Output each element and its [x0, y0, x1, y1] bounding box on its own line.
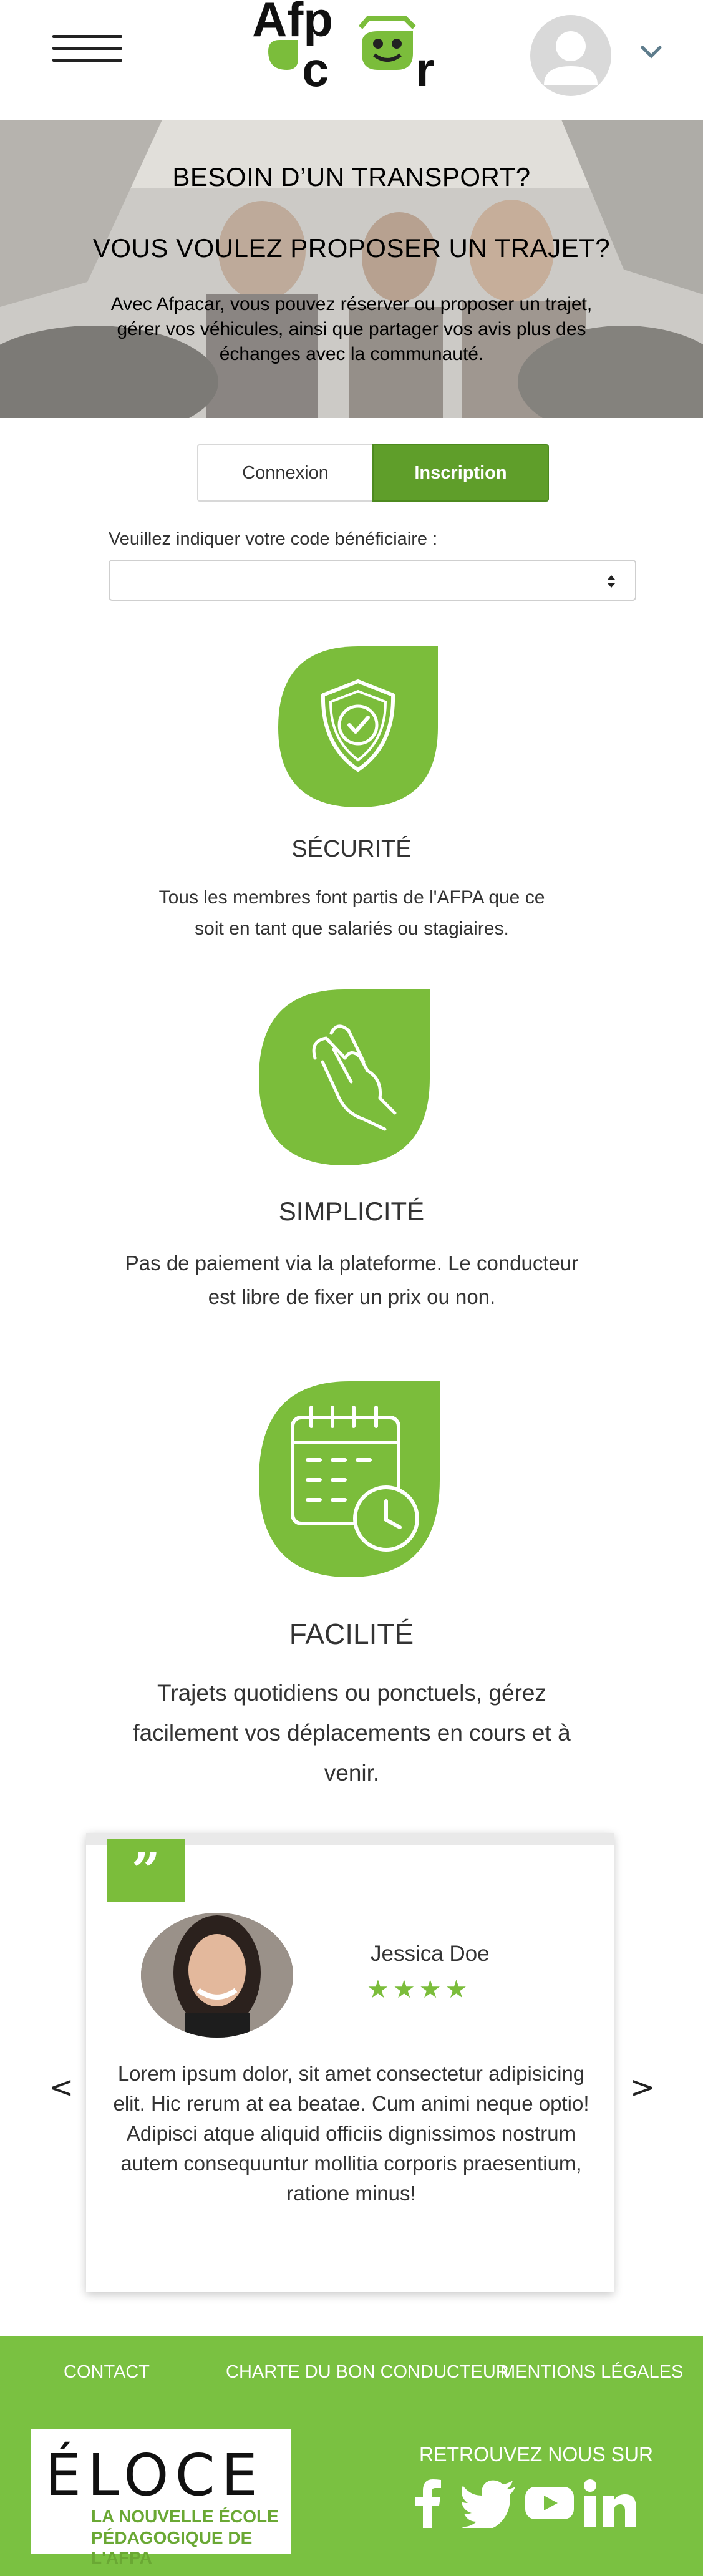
site-header: Afp c r — [0, 0, 703, 120]
linkedin-icon[interactable] — [583, 2478, 636, 2528]
select-arrows-icon — [608, 575, 615, 588]
shield-check-icon — [278, 646, 438, 807]
feature-title-simplicite: SIMPLICITÉ — [278, 1197, 425, 1226]
logo-text-afp: Afp — [252, 0, 333, 47]
eloce-subtitle-2: PÉDAGOGIQUE DE L'AFPA — [91, 2528, 253, 2567]
hero-title-propose: VOUS VOULEZ PROPOSER UN TRAJET? — [92, 233, 611, 263]
beneficiary-code-label: Veuillez indiquer votre code bénéficiair… — [109, 529, 438, 549]
quote-icon: ” — [107, 1839, 185, 1902]
feature-text-facilite: Trajets quotidiens ou ponctuels, gérez f… — [133, 1680, 571, 1786]
feature-text-simplicite: Pas de paiement via la plateforme. Le co… — [125, 1252, 579, 1308]
hero-description: Avec Afpacar, vous pouvez réserver ou pr… — [110, 294, 593, 364]
testimonial-avatar — [141, 1913, 293, 2038]
facebook-icon[interactable] — [407, 2478, 450, 2528]
hero-title-transport: BESOIN D’UN TRANSPORT? — [172, 162, 531, 192]
eloce-brand: ÉLOCE — [45, 2442, 264, 2509]
youtube-icon[interactable] — [524, 2478, 575, 2528]
feature-title-facilite: FACILITÉ — [289, 1618, 414, 1650]
carousel-next-button[interactable]: > — [630, 2070, 655, 2105]
twitter-icon[interactable] — [460, 2478, 516, 2528]
footer-link-contact[interactable]: CONTACT — [64, 2362, 150, 2383]
chevron-down-icon[interactable] — [639, 39, 664, 64]
footer-link-mentions[interactable]: MENTIONS LÉGALES — [500, 2362, 683, 2383]
carousel-prev-button[interactable]: < — [49, 2070, 74, 2105]
tab-connexion[interactable]: Connexion — [197, 444, 372, 502]
user-avatar-icon[interactable] — [530, 15, 611, 96]
follow-us-label: RETROUVEZ NOUS SUR — [419, 2443, 654, 2466]
logo-text-c: c — [302, 42, 329, 97]
hamburger-icon[interactable] — [52, 35, 122, 66]
hand-gesture-icon — [259, 989, 430, 1165]
logo-text-r: r — [415, 42, 434, 97]
eloce-subtitle-1: LA NOUVELLE ÉCOLE — [91, 2507, 279, 2526]
afpacar-logo[interactable]: Afp c r — [250, 0, 455, 100]
tab-inscription[interactable]: Inscription — [372, 444, 549, 502]
testimonial-text: Lorem ipsum dolor, sit amet consectetur … — [113, 2062, 589, 2205]
auth-tabs: Connexion Inscription — [197, 444, 549, 502]
feature-text-securite: Tous les membres font partis de l'AFPA q… — [158, 887, 545, 939]
eloce-logo[interactable]: ÉLOCE LA NOUVELLE ÉCOLE PÉDAGOGIQUE DE L… — [31, 2429, 291, 2567]
beneficiary-code-select[interactable] — [109, 560, 636, 601]
feature-title-securite: SÉCURITÉ — [291, 836, 412, 862]
footer-link-charte[interactable]: CHARTE DU BON CONDUCTEUR — [226, 2362, 509, 2383]
hero-banner: BESOIN D’UN TRANSPORT? VOUS VOULEZ PROPO… — [0, 120, 703, 418]
site-footer: CONTACT CHARTE DU BON CONDUCTEUR MENTION… — [0, 2336, 703, 2576]
calendar-clock-icon — [259, 1381, 440, 1577]
testimonial-name: Jessica Doe — [371, 1942, 490, 1966]
rating-stars: ★★★★ — [367, 1976, 472, 2003]
